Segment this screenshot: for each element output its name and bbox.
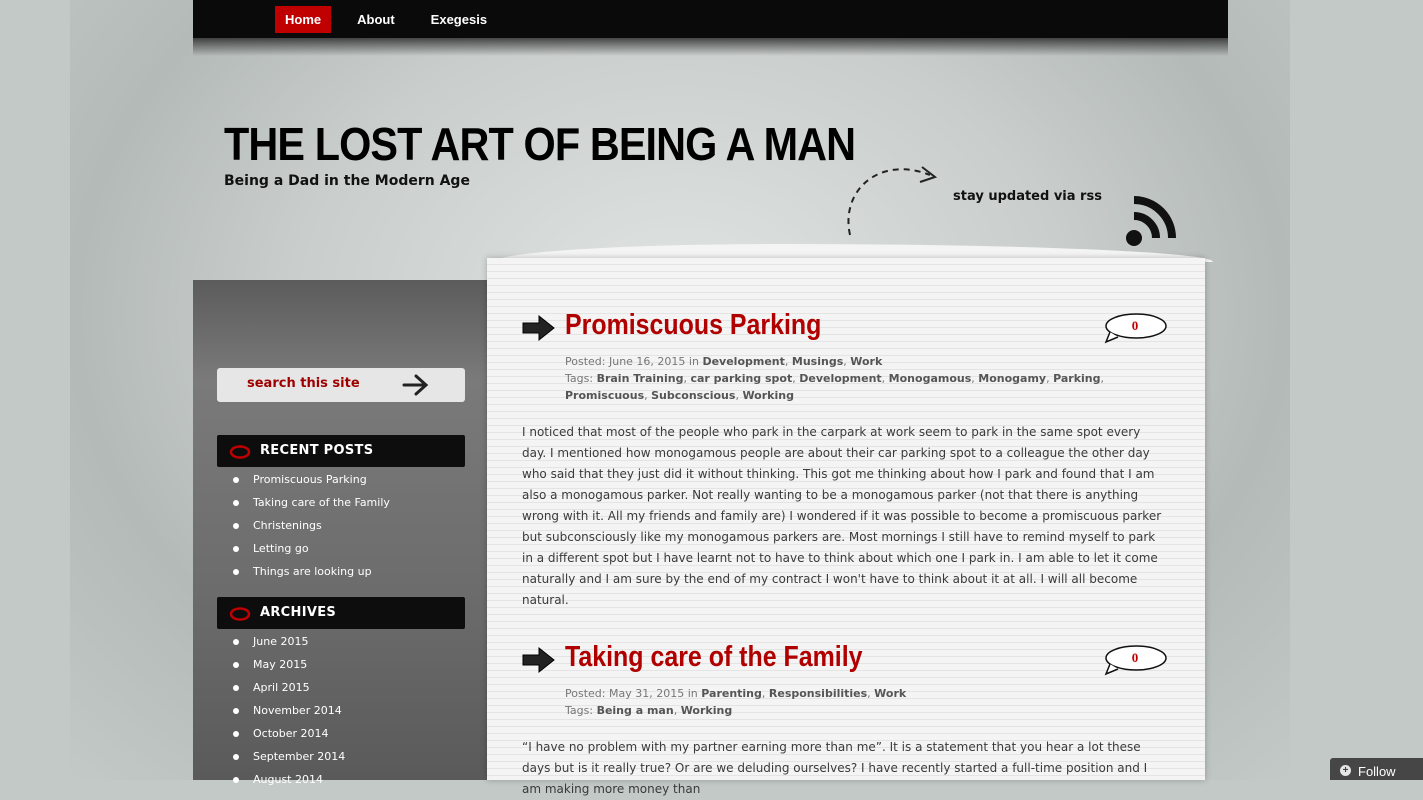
category-link[interactable]: Responsibilities bbox=[769, 687, 867, 700]
archives-list: June 2015 May 2015 April 2015 November 2… bbox=[233, 630, 345, 791]
tag-link[interactable]: Development bbox=[799, 372, 881, 385]
top-bar-texture bbox=[193, 30, 1228, 56]
comment-count[interactable]: 0 bbox=[1104, 650, 1166, 666]
in-label: in bbox=[688, 355, 699, 368]
category-link[interactable]: Work bbox=[850, 355, 882, 368]
category-link[interactable]: Development bbox=[702, 355, 784, 368]
main-nav: Home About Exegesis bbox=[275, 6, 513, 33]
recent-post-link[interactable]: Promiscuous Parking bbox=[253, 473, 367, 486]
site-title[interactable]: THE LOST ART OF BEING A MAN bbox=[224, 118, 856, 170]
recent-post-link[interactable]: Letting go bbox=[253, 542, 309, 555]
post-title[interactable]: Promiscuous Parking bbox=[565, 309, 821, 342]
post-arrow-icon bbox=[522, 646, 555, 674]
post-title[interactable]: Taking care of the Family bbox=[565, 641, 863, 674]
bullet-icon bbox=[233, 730, 239, 737]
bullet-icon bbox=[233, 684, 239, 691]
bullet-icon bbox=[233, 661, 239, 668]
posted-label: Posted: bbox=[565, 355, 606, 368]
tag-link[interactable]: Being a man bbox=[597, 704, 674, 717]
rss-link[interactable]: stay updated via rss bbox=[953, 189, 1102, 204]
archives-header: ARCHIVES bbox=[217, 597, 465, 629]
tag-link[interactable]: Brain Training bbox=[597, 372, 684, 385]
archive-link[interactable]: October 2014 bbox=[253, 727, 329, 740]
tag-link[interactable]: Promiscuous bbox=[565, 389, 644, 402]
post-meta: Posted: May 31, 2015 in Parenting, Respo… bbox=[565, 687, 907, 717]
rss-icon[interactable] bbox=[1120, 190, 1195, 252]
follow-button[interactable]: + Follow bbox=[1330, 758, 1423, 780]
list-item: April 2015 bbox=[233, 676, 345, 699]
widget-logo-icon bbox=[229, 445, 251, 459]
dashed-arrow-decoration bbox=[847, 166, 938, 236]
list-item: November 2014 bbox=[233, 699, 345, 722]
list-item: Christenings bbox=[233, 514, 390, 537]
widget-logo-icon bbox=[229, 607, 251, 621]
bullet-icon bbox=[233, 522, 239, 529]
list-item: September 2014 bbox=[233, 745, 345, 768]
nav-home[interactable]: Home bbox=[275, 6, 332, 33]
bullet-icon bbox=[233, 499, 239, 506]
recent-posts-list: Promiscuous Parking Taking care of the F… bbox=[233, 468, 390, 583]
search-input[interactable] bbox=[247, 376, 397, 391]
bullet-icon bbox=[233, 568, 239, 575]
category-link[interactable]: Work bbox=[874, 687, 906, 700]
archives-title: ARCHIVES bbox=[260, 605, 337, 620]
search-arrow-icon[interactable] bbox=[402, 371, 436, 399]
nav-exegesis[interactable]: Exegesis bbox=[421, 6, 497, 33]
tag-link[interactable]: car parking spot bbox=[690, 372, 792, 385]
archive-link[interactable]: November 2014 bbox=[253, 704, 342, 717]
tag-link[interactable]: Monogamy bbox=[978, 372, 1046, 385]
tag-link[interactable]: Working bbox=[742, 389, 794, 402]
list-item: Letting go bbox=[233, 537, 390, 560]
bullet-icon bbox=[233, 753, 239, 760]
recent-posts-header: RECENT POSTS bbox=[217, 435, 465, 467]
follow-label: Follow bbox=[1358, 764, 1396, 779]
bullet-icon bbox=[233, 545, 239, 552]
tag-link[interactable]: Subconscious bbox=[651, 389, 735, 402]
category-link[interactable]: Parenting bbox=[701, 687, 762, 700]
recent-post-link[interactable]: Taking care of the Family bbox=[253, 496, 390, 509]
bullet-icon bbox=[233, 707, 239, 714]
list-item: Things are looking up bbox=[233, 560, 390, 583]
tags-label: Tags: bbox=[565, 704, 594, 717]
post-body: I noticed that most of the people who pa… bbox=[522, 425, 1162, 607]
bullet-icon bbox=[233, 476, 239, 483]
post-body: “I have no problem with my partner earni… bbox=[522, 740, 1148, 796]
tag-link[interactable]: Working bbox=[681, 704, 733, 717]
bullet-icon bbox=[233, 638, 239, 645]
list-item: June 2015 bbox=[233, 630, 345, 653]
post-date: June 16, 2015 bbox=[608, 355, 686, 368]
tag-link[interactable]: Monogamous bbox=[889, 372, 972, 385]
category-link[interactable]: Musings bbox=[792, 355, 843, 368]
tags-label: Tags: bbox=[565, 372, 594, 385]
archive-link[interactable]: May 2015 bbox=[253, 658, 307, 671]
nav-about[interactable]: About bbox=[347, 6, 405, 33]
recent-post-link[interactable]: Things are looking up bbox=[253, 565, 372, 578]
list-item: Promiscuous Parking bbox=[233, 468, 390, 491]
posted-label: Posted: bbox=[565, 687, 606, 700]
list-item: October 2014 bbox=[233, 722, 345, 745]
recent-post-link[interactable]: Christenings bbox=[253, 519, 322, 532]
plus-icon: + bbox=[1340, 765, 1351, 776]
comment-count[interactable]: 0 bbox=[1104, 318, 1166, 334]
site-tagline: Being a Dad in the Modern Age bbox=[224, 173, 470, 189]
post-meta: Posted: June 16, 2015 in Development, Mu… bbox=[565, 355, 1104, 402]
in-label: in bbox=[687, 687, 698, 700]
list-item: Taking care of the Family bbox=[233, 491, 390, 514]
tag-link[interactable]: Parking bbox=[1053, 372, 1100, 385]
post-arrow-icon bbox=[522, 314, 555, 342]
recent-posts-title: RECENT POSTS bbox=[260, 443, 374, 458]
search-box bbox=[217, 368, 465, 402]
list-item: May 2015 bbox=[233, 653, 345, 676]
archive-link[interactable]: June 2015 bbox=[253, 635, 308, 648]
archive-link[interactable]: April 2015 bbox=[253, 681, 310, 694]
archive-link[interactable]: September 2014 bbox=[253, 750, 345, 763]
post-date: May 31, 2015 bbox=[608, 687, 685, 700]
